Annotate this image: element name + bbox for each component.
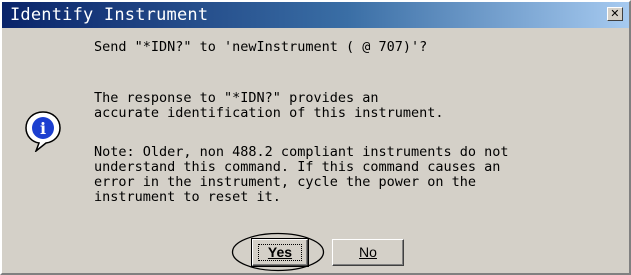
close-icon: ✕	[610, 7, 620, 20]
identify-instrument-dialog: Identify Instrument ✕ i Send "*IDN?" to …	[0, 0, 631, 275]
window-title: Identify Instrument	[10, 5, 209, 25]
info-icon-glyph: i	[40, 119, 46, 138]
no-button[interactable]: No	[332, 239, 404, 266]
response-message: The response to "*IDN?" provides an accu…	[94, 90, 444, 121]
note-message: Note: Older, non 488.2 compliant instrum…	[94, 144, 509, 205]
no-button-label: No	[359, 244, 377, 260]
title-bar[interactable]: Identify Instrument ✕	[2, 2, 629, 28]
prompt-message: Send "*IDN?" to 'newInstrument ( @ 707)'…	[94, 39, 428, 55]
info-icon: i	[25, 111, 61, 152]
yes-button-label: Yes	[267, 244, 293, 260]
yes-button[interactable]: Yes	[251, 238, 309, 267]
close-button[interactable]: ✕	[607, 7, 623, 21]
